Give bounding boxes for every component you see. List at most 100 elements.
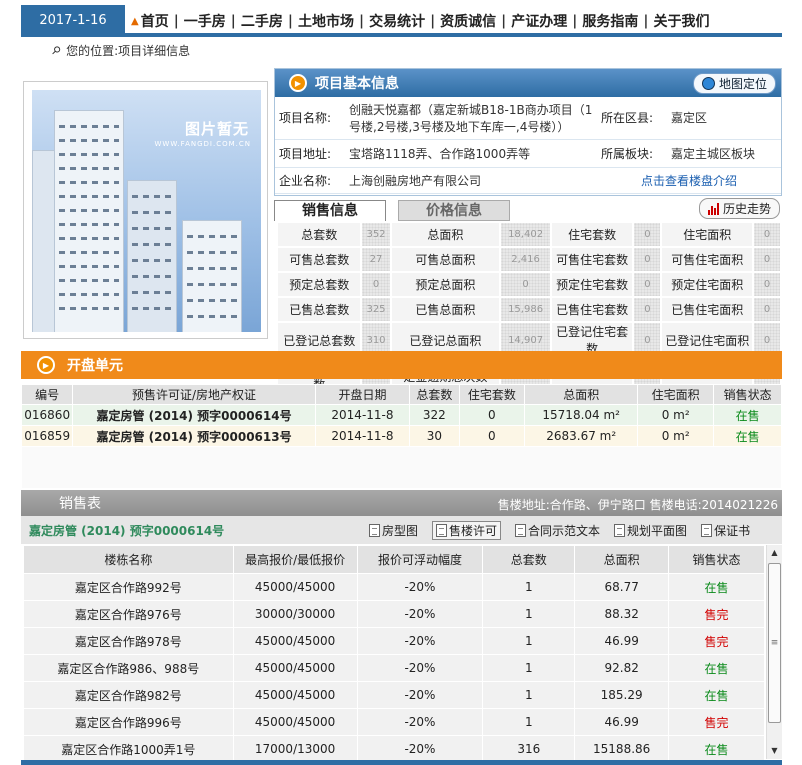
stat-value: 0 (634, 223, 661, 246)
scroll-up-icon[interactable]: ▲ (767, 545, 782, 561)
nav-item-about[interactable]: 关于我们 (653, 11, 709, 31)
opening-units-title: 开盘单元 (67, 358, 123, 374)
sales-table-row[interactable]: 嘉定区合作路978号 45000/45000 -20% 1 46.99 售完 (23, 627, 765, 655)
sales-cell: 15188.86 (574, 735, 670, 763)
sales-table-row[interactable]: 嘉定区合作路992号 45000/45000 -20% 1 68.77 在售 (23, 573, 765, 601)
scroll-down-icon[interactable]: ▼ (767, 743, 782, 759)
units-column-header: 销售状态 (713, 384, 782, 405)
nav-menu: ▲ 首页 | 一手房 | 二手房 | 土地市场 | 交易统计 | 资质诚信 | 产证办理 | … (131, 11, 710, 31)
nav-item-stats[interactable]: 交易统计 (369, 11, 425, 31)
nav-item-title-deed[interactable]: 产证办理 (511, 11, 567, 31)
project-address: 宝塔路1118弄、合作路1000弄等 (345, 139, 597, 168)
sales-cell: 嘉定区合作路996号 (23, 708, 234, 736)
play-icon: ▶ (289, 74, 307, 92)
sales-cell: 1 (482, 654, 576, 682)
sales-cell: 88.32 (574, 600, 670, 628)
sales-table-header: 销售表 售楼地址:合作路、伊宁路口 售楼电话:2014021226 (21, 490, 782, 516)
sales-cell: -20% (356, 735, 484, 763)
units-table-row[interactable]: 016860 嘉定房管 (2014) 预字0000614号 2014-11-8 322… (20, 404, 782, 426)
nav-item-resale[interactable]: 二手房 (241, 11, 283, 31)
project-intro-link[interactable]: 点击查看楼盘介绍 (641, 174, 737, 188)
units-column-header: 编号 (20, 384, 74, 405)
stat-value: 0 (362, 273, 390, 296)
sales-table-row[interactable]: 嘉定区合作路996号 45000/45000 -20% 1 46.99 售完 (23, 708, 765, 736)
stat-value: 0 (754, 248, 780, 271)
breadcrumb: ⚲ 您的位置:项目详细信息 (48, 42, 191, 59)
status-badge: 在售 (713, 404, 782, 426)
document-icon (614, 523, 626, 537)
nav-item-home[interactable]: 首页 (141, 11, 169, 31)
sales-cell: -20% (356, 654, 484, 682)
status-badge: 在售 (668, 654, 765, 682)
tab-price-info[interactable]: 价格信息 (398, 200, 510, 221)
license-link[interactable]: 嘉定房管 (2014) 预字0000613号 (72, 425, 316, 447)
nav-item-new-homes[interactable]: 一手房 (184, 11, 226, 31)
play-icon: ▶ (37, 356, 55, 374)
block-label: 所属板块: (597, 139, 667, 168)
map-locate-label: 地图定位 (718, 77, 767, 91)
sales-cell: 1 (482, 573, 576, 601)
stat-value: 2,416 (501, 248, 550, 271)
district-label: 所在区县: (597, 97, 667, 140)
sales-cell: 嘉定区合作路982号 (23, 681, 234, 709)
sales-permit-doc-link[interactable]: 售楼许可 (432, 520, 502, 540)
sales-cell: 嘉定区合作路986、988号 (23, 654, 234, 682)
floorplan-doc-link[interactable]: 房型图 (369, 522, 418, 539)
sales-table-row[interactable]: 嘉定区合作路986、988号 45000/45000 -20% 1 92.82 在售 (23, 654, 765, 682)
contract-template-doc-link[interactable]: 合同示范文本 (515, 522, 600, 539)
units-column-header: 总面积 (524, 384, 639, 405)
breadcrumb-label: 您的位置: (66, 44, 119, 58)
status-badge: 在售 (668, 735, 765, 763)
project-info-panel: ▶ 项目基本信息 地图定位 项目名称: 创融天悦嘉都（嘉定新城B18-1B商办项… (274, 68, 782, 196)
stat-value: 0 (634, 298, 661, 321)
nav-item-credit[interactable]: 资质诚信 (440, 11, 496, 31)
sales-cell: 45000/45000 (232, 573, 358, 601)
stat-value: 0 (754, 273, 780, 296)
scroll-thumb[interactable]: ≡ (768, 563, 781, 723)
sales-cell: 45000/45000 (232, 708, 358, 736)
stat-label: 可售住宅套数 (551, 248, 633, 271)
history-trend-button[interactable]: 历史走势 (698, 198, 780, 219)
home-icon: ▲ (131, 15, 139, 27)
sales-cell: 嘉定区合作路978号 (23, 627, 234, 655)
units-column-header: 总套数 (409, 384, 460, 405)
units-cell: 016860 (20, 404, 74, 426)
empty-area (21, 446, 782, 489)
units-cell: 0 m² (637, 425, 715, 447)
units-column-header: 住宅套数 (458, 384, 526, 405)
stat-value: 352 (362, 223, 390, 246)
sales-office-info: 售楼地址:合作路、伊宁路口 售楼电话:2014021226 (497, 498, 778, 512)
nav-item-guide[interactable]: 服务指南 (582, 11, 638, 31)
sales-table-scrollbar[interactable]: ▲ ≡ ▼ (766, 545, 782, 759)
sales-cell: 92.82 (574, 654, 670, 682)
sales-column-header: 总套数 (482, 545, 576, 574)
sales-cell: 46.99 (574, 708, 670, 736)
stat-label: 已售住宅面积 (662, 298, 753, 321)
district-value: 嘉定区 (667, 97, 781, 140)
sales-table-row[interactable]: 嘉定区合作路1000弄1号 17000/13000 -20% 316 15188.86 在… (23, 735, 765, 763)
company-value: 上海创融房地产有限公司 (345, 167, 597, 194)
guarantee-doc-link[interactable]: 保证书 (701, 522, 750, 539)
sales-cell: 46.99 (574, 627, 670, 655)
units-table-row[interactable]: 016859 嘉定房管 (2014) 预字0000613号 2014-11-8 30 0… (20, 425, 782, 447)
units-cell: 0 (458, 404, 526, 426)
pin-icon: ⚲ (48, 43, 64, 58)
license-link[interactable]: 嘉定房管 (2014) 预字0000614号 (72, 404, 316, 426)
sales-table-row[interactable]: 嘉定区合作路976号 30000/30000 -20% 1 88.32 售完 (23, 600, 765, 628)
stat-value: 15,986 (501, 298, 550, 321)
site-plan-doc-link[interactable]: 规划平面图 (614, 522, 687, 539)
selected-license[interactable]: 嘉定房管 (2014) 预字0000614号 (21, 522, 369, 539)
sales-cell: -20% (356, 573, 484, 601)
tab-sales-info[interactable]: 销售信息 (274, 200, 386, 221)
map-locate-button[interactable]: 地图定位 (692, 73, 776, 94)
license-bar: 嘉定房管 (2014) 预字0000614号 房型图 售楼许可 合同示范文本 规… (21, 516, 782, 544)
sales-cell: -20% (356, 600, 484, 628)
nav-item-land[interactable]: 土地市场 (298, 11, 354, 31)
status-badge: 售完 (668, 708, 765, 736)
units-cell: 30 (409, 425, 460, 447)
sales-column-header: 销售状态 (668, 545, 765, 574)
status-badge: 售完 (668, 627, 765, 655)
sales-table-row[interactable]: 嘉定区合作路982号 45000/45000 -20% 1 185.29 在售 (23, 681, 765, 709)
project-photo: 图片暂无 WWW.FANGDI.COM.CN (23, 81, 268, 339)
units-column-header: 开盘日期 (314, 384, 411, 405)
